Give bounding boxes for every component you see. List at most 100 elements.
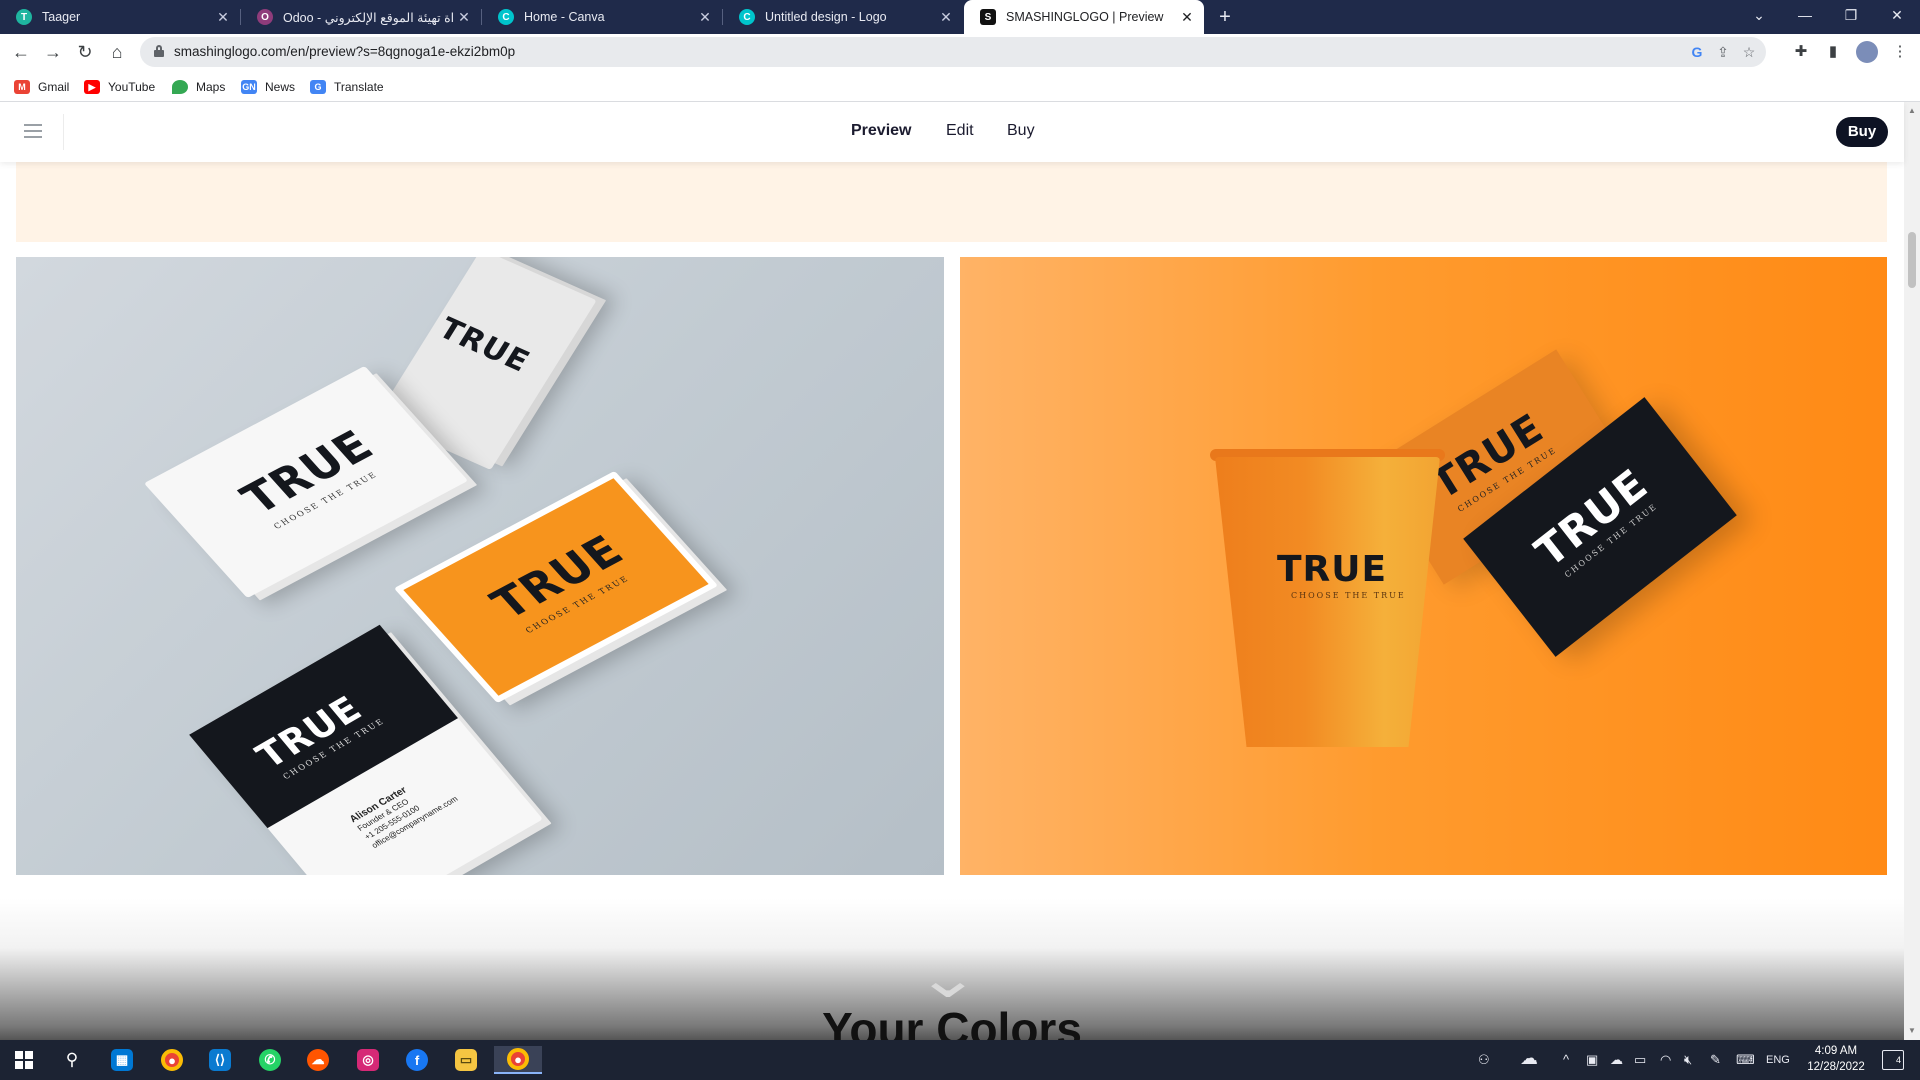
nav-edit-link[interactable]: Edit (946, 122, 974, 140)
nav-preview-link[interactable]: Preview (851, 122, 911, 140)
close-tab-icon[interactable]: ✕ (212, 9, 234, 26)
soundcloud-icon[interactable]: ☁ (298, 1046, 338, 1074)
home-icon[interactable]: ⌂ (104, 39, 130, 65)
header-divider (63, 114, 64, 150)
scroll-up-icon[interactable]: ▲ (1907, 106, 1917, 115)
close-tab-icon[interactable]: ✕ (453, 9, 475, 26)
windows-start-icon[interactable] (4, 1046, 44, 1074)
translate-icon: G (310, 80, 326, 94)
facebook-icon[interactable]: f (397, 1046, 437, 1074)
whatsapp-icon[interactable]: ✆ (250, 1046, 290, 1074)
gmail-icon: M (14, 80, 30, 94)
notification-center-icon[interactable]: 4 (1882, 1050, 1904, 1070)
hamburger-menu-icon[interactable] (24, 124, 42, 138)
bookmark-label: Translate (334, 80, 384, 94)
google-lens-icon[interactable]: G (1686, 41, 1708, 63)
extensions-puzzle-icon[interactable]: ✚ (1789, 40, 1813, 64)
cup-tagline: CHOOSE THE TRUE (1291, 591, 1406, 600)
battery-icon[interactable]: ▭ (1634, 1052, 1646, 1068)
chrome-active-icon[interactable]: ● (494, 1046, 542, 1074)
close-tab-icon[interactable]: ✕ (935, 9, 957, 26)
bookmark-star-icon[interactable]: ☆ (1738, 41, 1760, 63)
tab-canva-logo[interactable]: C Untitled design - Logo ✕ (723, 0, 963, 34)
bookmark-youtube[interactable]: ▶ YouTube (84, 78, 155, 96)
pen-icon[interactable]: ✎ (1710, 1052, 1721, 1068)
profile-avatar[interactable] (1856, 41, 1878, 63)
bookmark-label: YouTube (108, 80, 156, 94)
url-text[interactable]: smashinglogo.com/en/preview?s=8qgnoga1e-… (174, 44, 515, 59)
youtube-icon: ▶ (84, 80, 100, 94)
back-arrow-icon[interactable]: ← (8, 39, 34, 65)
colors-section-title: Your Colors (822, 1003, 1082, 1040)
scrollbar-thumb[interactable] (1908, 232, 1916, 288)
show-hidden-icons-chevron-icon[interactable]: ^ (1563, 1052, 1569, 1067)
system-clock[interactable]: 4:09 AM 12/28/2022 (1800, 1043, 1872, 1075)
language-indicator[interactable]: ENG (1766, 1054, 1790, 1066)
news-icon: GN (241, 80, 257, 94)
taager-favicon-icon: T (16, 9, 32, 25)
share-icon[interactable]: ⇪ (1712, 41, 1734, 63)
bookmark-news[interactable]: GN News (241, 78, 295, 96)
clock-time: 4:09 AM (1814, 1045, 1858, 1057)
tab-title: Home - Canva (524, 10, 605, 24)
file-explorer-icon[interactable]: ▭ (446, 1046, 486, 1074)
browser-toolbar: ← → ↻ ⌂ smashinglogo.com/en/preview?s=8q… (0, 34, 1920, 70)
cup: TRUE CHOOSE THE TRUE (1215, 457, 1440, 747)
device-icon[interactable]: ▣ (1586, 1052, 1598, 1068)
cup-logo: TRUE (1277, 549, 1388, 590)
volume-muted-icon[interactable]: 🔇︎ (1684, 1052, 1692, 1068)
bookmark-label: Gmail (38, 80, 70, 94)
nav-buy-link[interactable]: Buy (1007, 122, 1035, 140)
bookmarks-bar: M Gmail ▶ YouTube Maps GN News G Transla… (0, 70, 1920, 102)
vscode-icon[interactable]: ⟨⟩ (200, 1046, 240, 1074)
instagram-icon[interactable]: ◎ (348, 1046, 388, 1074)
tab-odoo[interactable]: O Odoo - أداة تهيئة الموقع الإلكتروني ✕ (241, 0, 481, 34)
weather-icon[interactable]: ☁ (1520, 1048, 1538, 1069)
scroll-down-icon[interactable]: ▼ (1907, 1026, 1917, 1035)
bookmark-label: Maps (196, 80, 226, 94)
close-window-icon[interactable]: ✕ (1874, 0, 1920, 30)
notification-count: 4 (1895, 1055, 1901, 1065)
reload-icon[interactable]: ↻ (72, 39, 98, 65)
tab-title: SMASHINGLOGO | Preview (1006, 10, 1164, 24)
onedrive-icon[interactable]: ☁ (1610, 1052, 1623, 1068)
restore-icon[interactable]: ❐ (1828, 0, 1874, 30)
store-icon[interactable]: ▦ (102, 1046, 142, 1074)
tab-smashinglogo[interactable]: S SMASHINGLOGO | Preview ✕ (964, 0, 1204, 34)
people-icon[interactable]: ⚇ (1478, 1052, 1490, 1068)
tab-title: Odoo - أداة تهيئة الموقع الإلكتروني (283, 10, 453, 25)
address-bar[interactable]: smashinglogo.com/en/preview?s=8qgnoga1e-… (140, 37, 1766, 67)
bookmark-maps[interactable]: Maps (172, 78, 225, 96)
close-tab-icon[interactable]: ✕ (1176, 9, 1198, 26)
side-panel-icon[interactable]: ▮ (1821, 40, 1845, 64)
card-orange: TRUE CHOOSE THE TRUE (393, 470, 719, 704)
forward-arrow-icon[interactable]: → (40, 39, 66, 65)
buy-button[interactable]: Buy (1836, 117, 1888, 147)
browser-tab-strip: T Taager ✕ O Odoo - أداة تهيئة الموقع ال… (0, 0, 1920, 34)
bookmark-gmail[interactable]: M Gmail (14, 78, 69, 96)
wifi-icon[interactable]: ◠ (1660, 1052, 1671, 1068)
tab-search-chevron-icon[interactable]: ⌄ (1736, 0, 1782, 30)
lock-icon (154, 45, 164, 57)
bookmark-translate[interactable]: G Translate (310, 78, 384, 96)
tab-taager[interactable]: T Taager ✕ (0, 0, 240, 34)
chrome-icon[interactable]: ● (152, 1046, 192, 1074)
tab-canva-home[interactable]: C Home - Canva ✕ (482, 0, 722, 34)
menu-kebab-icon[interactable]: ⋮ (1888, 40, 1912, 64)
card-contact-block: Alison Carter Founder & CEO +1 205-555-0… (348, 768, 461, 851)
close-tab-icon[interactable]: ✕ (694, 9, 716, 26)
canva-favicon-icon: C (739, 9, 755, 25)
minimize-icon[interactable]: — (1782, 0, 1828, 30)
cream-section (16, 162, 1887, 242)
keyboard-icon[interactable]: ⌨ (1736, 1052, 1755, 1068)
cup-card-mockup: TRUE CHOOSE THE TRUE TRUE CHOOSE THE TRU… (960, 257, 1887, 875)
tab-title: Taager (42, 10, 81, 24)
tab-title: Untitled design - Logo (765, 10, 887, 24)
chevron-down-icon: ⌄ (915, 946, 981, 1009)
clock-date: 12/28/2022 (1807, 1061, 1865, 1073)
odoo-favicon-icon: O (257, 9, 273, 25)
card-logo: TRUE (432, 311, 537, 380)
page-scrollbar[interactable]: ▲ ▼ (1904, 102, 1920, 1040)
search-icon[interactable]: ⚲ (52, 1046, 92, 1074)
new-tab-plus-icon[interactable]: + (1212, 5, 1238, 29)
